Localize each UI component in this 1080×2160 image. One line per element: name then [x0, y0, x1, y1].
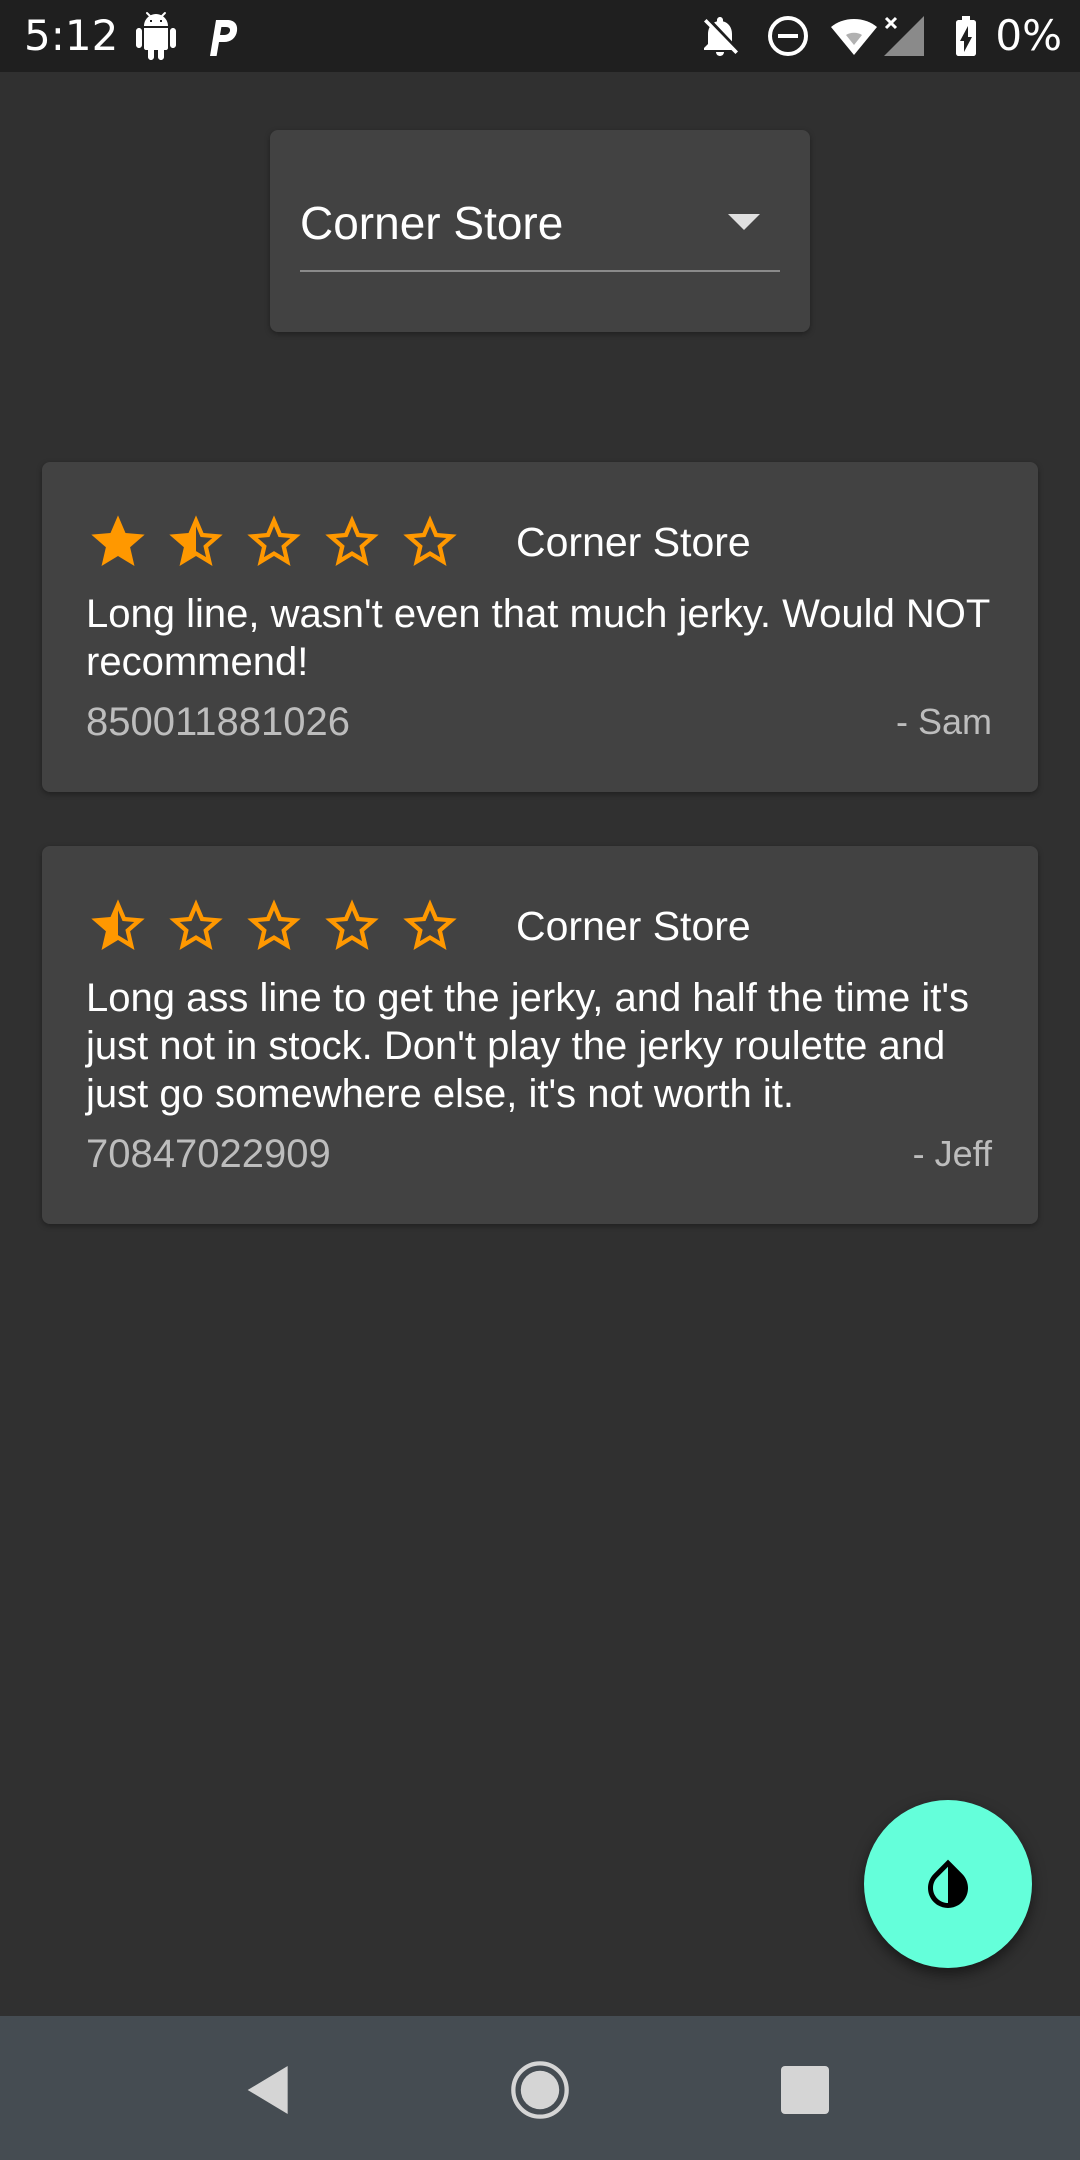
review-author: - Sam	[895, 701, 992, 742]
review-card[interactable]: Corner Store Long ass line to get the je…	[42, 846, 1038, 1224]
review-code: 850011881026	[86, 700, 350, 744]
store-dropdown-value: Corner Store	[300, 197, 564, 249]
review-author: - Jeff	[912, 1133, 992, 1174]
battery-charging-icon	[956, 16, 976, 56]
store-selector-card: Corner Store	[270, 130, 810, 332]
invert-colors-icon	[928, 1859, 968, 1908]
dropdown-arrow-icon	[728, 214, 760, 230]
recents-icon[interactable]	[773, 2058, 837, 2122]
star-full-icon	[91, 515, 145, 566]
star-half-icon	[91, 899, 145, 950]
notifications-off-icon	[704, 17, 738, 56]
back-icon[interactable]	[237, 2058, 301, 2122]
do-not-disturb-icon	[768, 16, 808, 56]
review-store-name: Corner Store	[516, 519, 751, 565]
screen: 5:12 0% Corner Store Corner Store Long l…	[0, 0, 1080, 2160]
cell-signal-icon	[884, 16, 924, 56]
android-icon	[136, 12, 176, 60]
review-text: Long ass line to get the jerky, and half…	[86, 976, 969, 1116]
theme-toggle-fab[interactable]	[864, 1800, 1032, 1968]
star-empty-icon	[325, 515, 379, 566]
star-half-icon	[169, 515, 223, 566]
review-text: Long line, wasn't even that much jerky. …	[86, 592, 990, 684]
star-empty-icon	[247, 899, 301, 950]
p-icon	[210, 20, 238, 56]
navigation-bar	[0, 2016, 1080, 2160]
review-store-name: Corner Store	[516, 903, 751, 949]
wifi-icon	[831, 19, 877, 55]
star-empty-icon	[325, 899, 379, 950]
store-dropdown[interactable]: Corner Store	[300, 190, 780, 272]
star-empty-icon	[169, 899, 223, 950]
star-empty-icon	[403, 515, 457, 566]
home-icon[interactable]	[508, 2058, 572, 2122]
battery-percent: 0%	[995, 11, 1062, 60]
star-empty-icon	[247, 515, 301, 566]
review-code: 70847022909	[86, 1132, 331, 1176]
status-bar: 5:12 0%	[0, 0, 1080, 72]
star-empty-icon	[403, 899, 457, 950]
review-card[interactable]: Corner Store Long line, wasn't even that…	[42, 462, 1038, 792]
status-time: 5:12	[24, 11, 119, 60]
